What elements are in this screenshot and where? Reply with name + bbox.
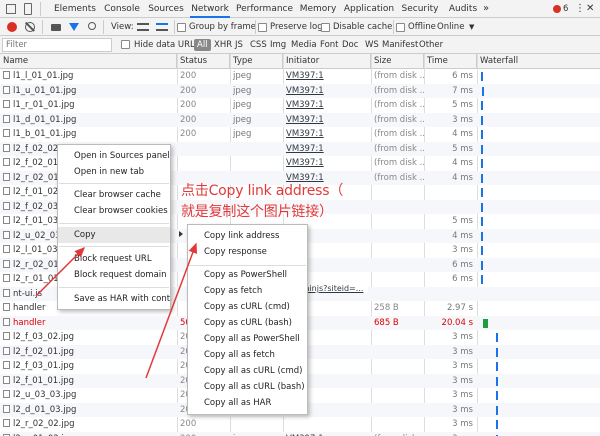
annotation-arrows: [35, 242, 198, 379]
annotation-arrow-to-copy: [35, 246, 86, 297]
annotation-arrow-to-copy-link: [145, 242, 198, 379]
